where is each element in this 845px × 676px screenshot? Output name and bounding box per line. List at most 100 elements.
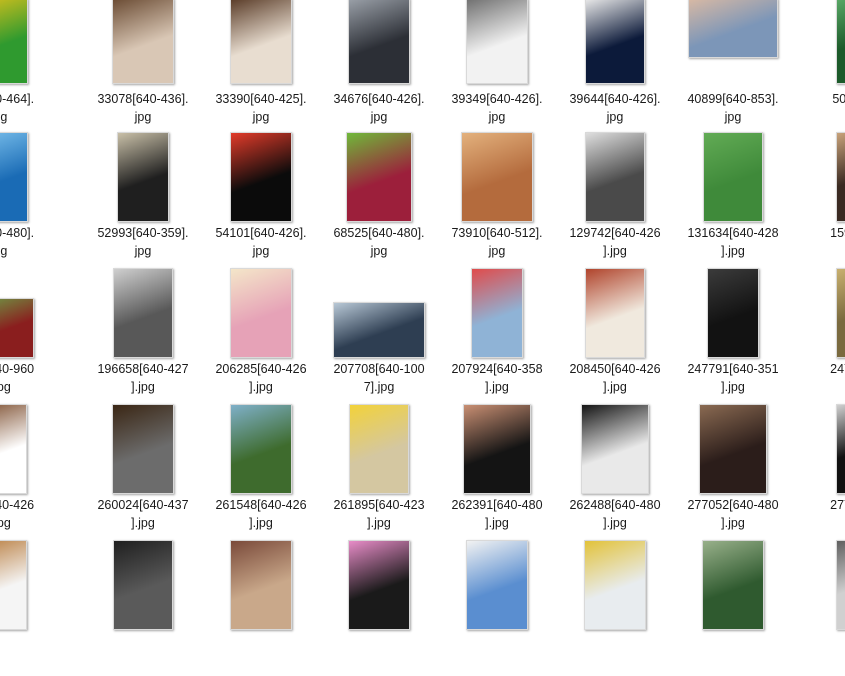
file-name: 159833 ] xyxy=(830,226,845,240)
file-item[interactable]: 307[640-426 ].jpg xyxy=(0,404,58,540)
file-item[interactable]: 277052[640-480 ].jpg xyxy=(674,404,792,540)
file-item[interactable] xyxy=(438,540,556,676)
file-item[interactable] xyxy=(556,540,674,676)
file-name: 33078[640-436]. jpg xyxy=(97,92,189,124)
file-item[interactable]: 50711[ ] xyxy=(792,0,845,134)
thumbnail-nature-photo xyxy=(836,268,845,358)
thumbnail-open-book xyxy=(836,132,845,222)
thumbnail-circuit-board xyxy=(836,0,845,84)
file-name: 52993[640-359]. jpg xyxy=(97,226,189,258)
thumbnail-colorful-rubiks-cube xyxy=(230,132,292,222)
thumbnail-puzzle-piece xyxy=(581,404,649,494)
file-grid: 77[640-464]. jpg 33078[640-436]. jpg 33390… xyxy=(0,0,845,634)
thumbnail-red-machine xyxy=(0,298,34,358)
file-name: 20[640-480]. jpg xyxy=(0,226,35,258)
thumbnail-laptop-keyboard xyxy=(348,0,410,84)
file-item[interactable]: 262488[640-480 ].jpg xyxy=(556,404,674,540)
thumbnail-boy-with-robot xyxy=(466,0,528,84)
file-item[interactable]: 725[640-960 ].jpg xyxy=(0,268,58,404)
thumbnail-man-portrait xyxy=(463,404,531,494)
file-item[interactable]: 39644[640-426]. jpg xyxy=(556,0,674,134)
file-name: 54101[640-426]. jpg xyxy=(215,226,307,258)
thumbnail-woman-with-phone xyxy=(333,302,425,358)
file-name: 307[640-426 ].jpg xyxy=(0,498,35,530)
thumbnail-astronaut xyxy=(585,0,645,84)
file-name: 77[640-464]. jpg xyxy=(0,92,35,124)
file-item[interactable]: 33390[640-425]. jpg xyxy=(202,0,320,134)
file-name: 39349[640-426]. jpg xyxy=(451,92,543,124)
thumbnail-desk-computer xyxy=(113,268,173,358)
thumbnail-robot-face xyxy=(688,0,778,58)
file-name: 247791[640-351 ].jpg xyxy=(687,362,779,394)
thumbnail-man-at-chessboard xyxy=(112,0,174,84)
file-item[interactable]: 40899[640-853]. jpg xyxy=(674,0,792,134)
file-item[interactable]: 262391[640-480 ].jpg xyxy=(438,404,556,540)
thumbnail-code-screen xyxy=(707,268,759,358)
thumbnail-gray-object xyxy=(836,540,845,630)
file-item[interactable]: 77[640-464]. jpg xyxy=(0,0,58,134)
file-item[interactable] xyxy=(0,540,58,676)
file-item[interactable]: 131634[640-428 ].jpg xyxy=(674,132,792,268)
thumbnail-green-felt xyxy=(703,132,763,222)
file-name: 261895[640-423 ].jpg xyxy=(333,498,425,530)
file-item[interactable]: 52993[640-359]. jpg xyxy=(84,132,202,268)
file-item[interactable]: 73910[640-512]. jpg xyxy=(438,132,556,268)
file-item[interactable]: 247791[640-351 ].jpg xyxy=(674,268,792,404)
file-name: 260024[640-437 ].jpg xyxy=(97,498,189,530)
thumbnail-hand-moving-chess-piece xyxy=(230,0,292,84)
file-name: 50711[ ] xyxy=(832,92,845,106)
thumbnail-fruit xyxy=(346,132,412,222)
file-item[interactable]: 247943 ] xyxy=(792,268,845,404)
file-item[interactable] xyxy=(202,540,320,676)
file-item[interactable] xyxy=(84,540,202,676)
thumbnail-drone xyxy=(466,540,528,630)
file-name: 208450[640-426 ].jpg xyxy=(569,362,661,394)
file-item[interactable]: 206285[640-426 ].jpg xyxy=(202,268,320,404)
file-item[interactable] xyxy=(320,540,438,676)
file-item[interactable]: 129742[640-426 ].jpg xyxy=(556,132,674,268)
file-item[interactable]: 68525[640-480]. jpg xyxy=(320,132,438,268)
thumbnail-board-game xyxy=(471,268,523,358)
file-name: 725[640-960 ].jpg xyxy=(0,362,35,394)
file-name: 277052[640-480 ].jpg xyxy=(687,498,779,530)
file-item[interactable]: 159833 ] xyxy=(792,132,845,268)
thumbnail-hand-with-bulb xyxy=(0,404,27,494)
thumbnail-tablet-in-hand xyxy=(230,404,292,494)
file-item[interactable]: 208450[640-426 ].jpg xyxy=(556,268,674,404)
file-name: 34676[640-426]. jpg xyxy=(333,92,425,124)
thumbnail-mars-rover xyxy=(461,132,533,222)
file-item[interactable]: 33078[640-436]. jpg xyxy=(84,0,202,134)
thumbnail-sausage xyxy=(585,268,645,358)
file-item[interactable]: 260024[640-437 ].jpg xyxy=(84,404,202,540)
file-name: 277092 ] xyxy=(830,498,845,512)
file-name: 207708[640-100 7].jpg xyxy=(333,362,425,394)
thumbnail-lotus-candle xyxy=(348,540,410,630)
file-name: 73910[640-512]. jpg xyxy=(451,226,543,258)
file-item[interactable]: 196658[640-427 ].jpg xyxy=(84,268,202,404)
file-name: 247943 ] xyxy=(830,362,845,376)
file-item[interactable]: 261548[640-426 ].jpg xyxy=(202,404,320,540)
thumbnail-chess-king-fallen xyxy=(585,132,645,222)
file-item[interactable]: 20[640-480]. jpg xyxy=(0,132,58,268)
file-item[interactable] xyxy=(674,540,792,676)
file-item[interactable]: 207708[640-100 7].jpg xyxy=(320,268,438,404)
file-item[interactable]: 54101[640-426]. jpg xyxy=(202,132,320,268)
file-item[interactable]: 277092 ] xyxy=(792,404,845,540)
thumbnail-rubiks-cube xyxy=(0,0,28,84)
thumbnail-chess-pieces-close xyxy=(0,540,27,630)
thumbnail-woman-presenting xyxy=(584,540,646,630)
file-name: 39644[640-426]. jpg xyxy=(569,92,661,124)
thumbnail-chess-pieces-bw xyxy=(836,404,845,494)
file-item[interactable]: 34676[640-426]. jpg xyxy=(320,0,438,134)
file-item[interactable]: 261895[640-423 ].jpg xyxy=(320,404,438,540)
file-item[interactable]: 39349[640-426]. jpg xyxy=(438,0,556,134)
thumbnail-chess-king xyxy=(112,404,174,494)
file-name: 129742[640-426 ].jpg xyxy=(569,226,661,258)
thumbnail-chess-board-3d xyxy=(699,404,767,494)
file-item[interactable] xyxy=(792,540,845,676)
file-name: 131634[640-428 ].jpg xyxy=(687,226,779,258)
file-name: 40899[640-853]. jpg xyxy=(687,92,779,124)
file-item[interactable]: 207924[640-358 ].jpg xyxy=(438,268,556,404)
thumbnail-child-with-glasses xyxy=(349,404,409,494)
file-name: 261548[640-426 ].jpg xyxy=(215,498,307,530)
